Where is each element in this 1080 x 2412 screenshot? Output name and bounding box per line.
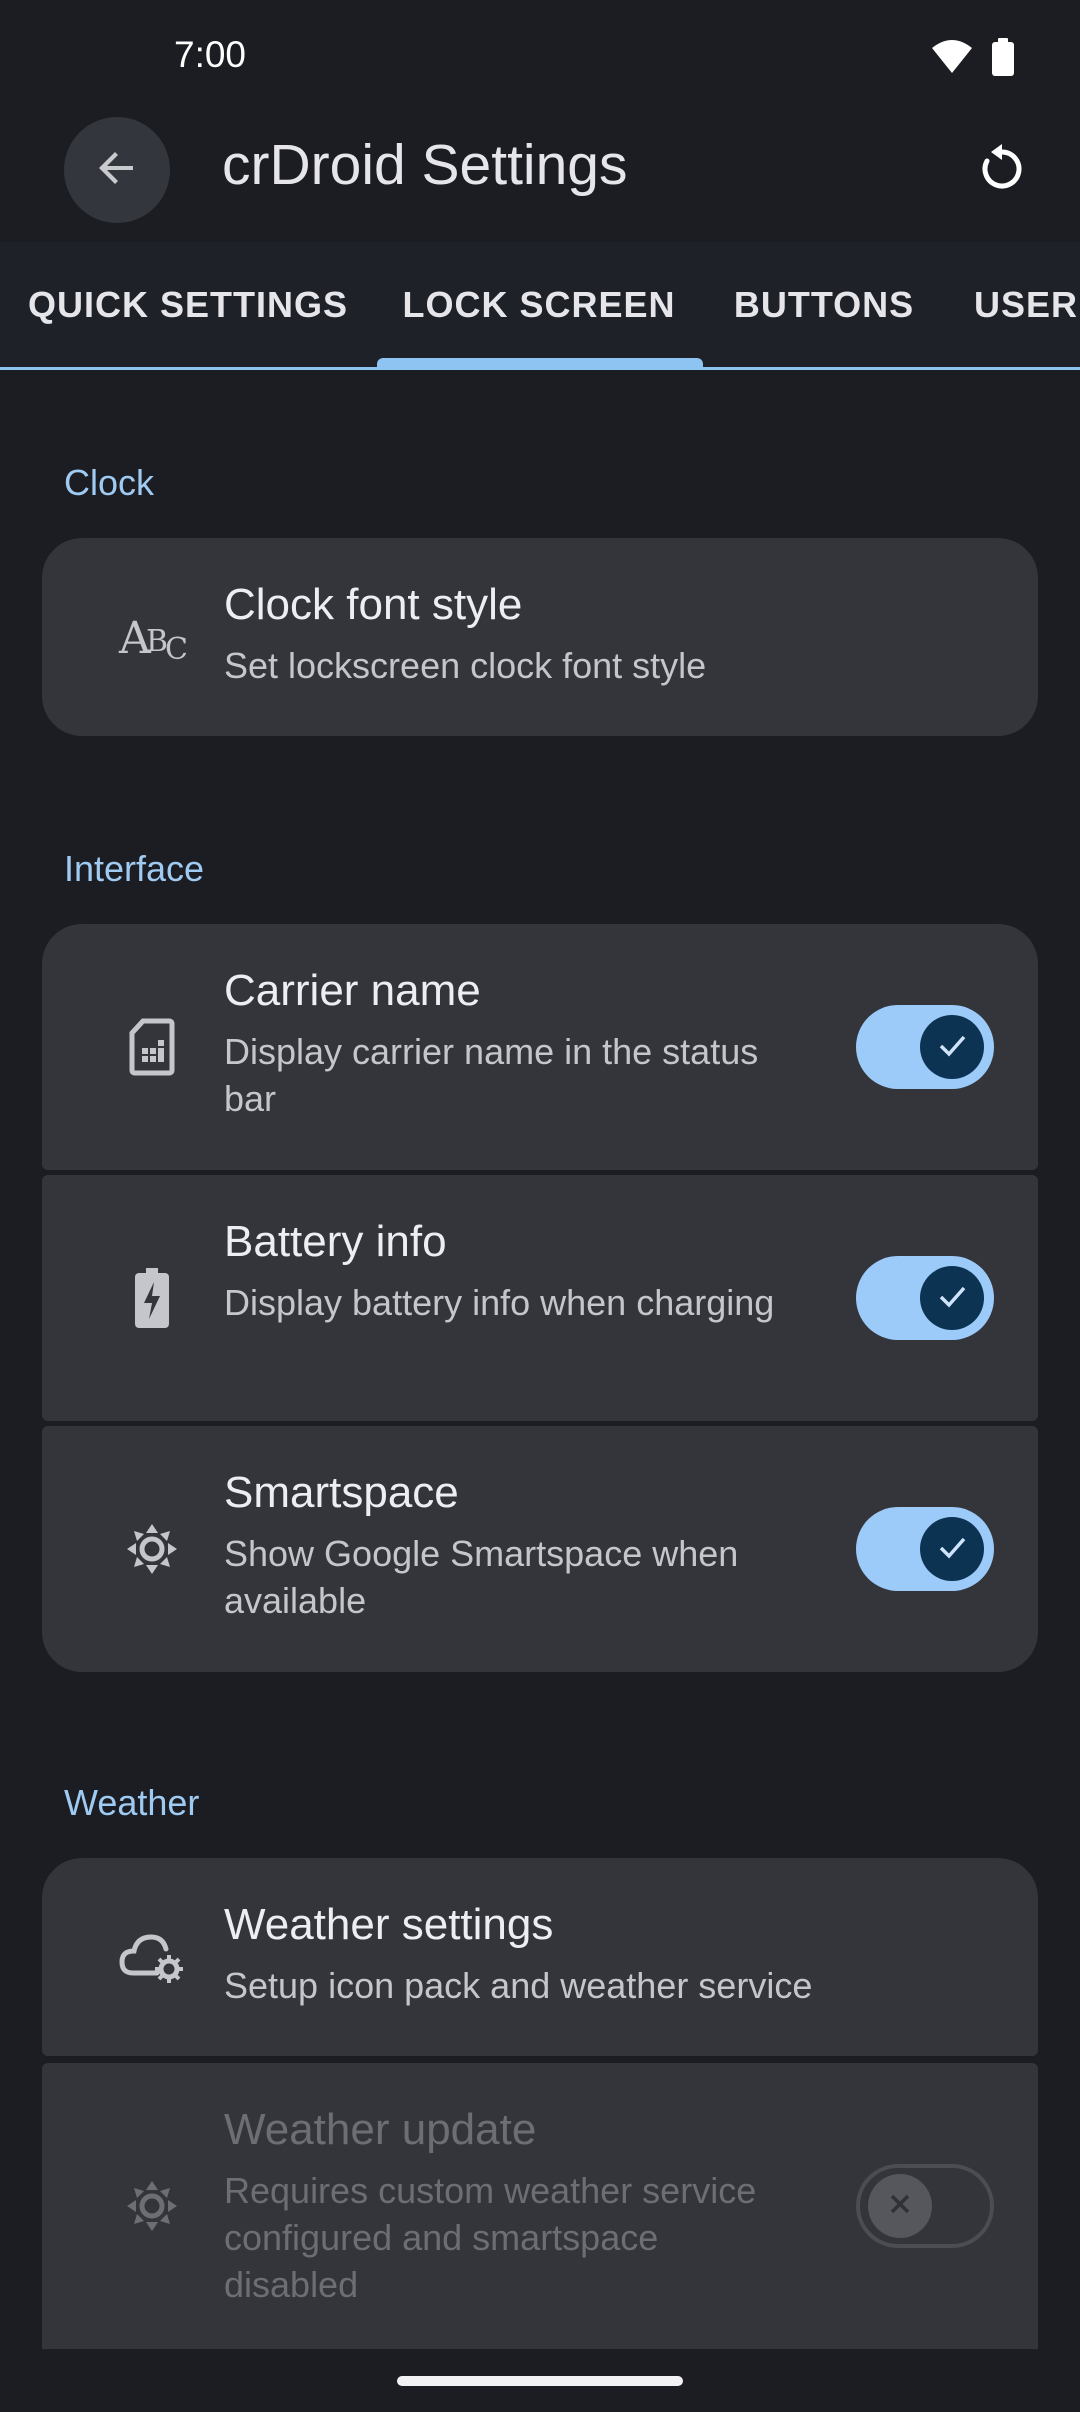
item-summary: Set lockscreen clock font style [224, 645, 707, 686]
reset-button[interactable] [950, 118, 1054, 222]
wifi-icon [932, 40, 972, 79]
tab-quick-settings[interactable]: QUICK SETTINGS [0, 242, 376, 367]
section-header-interface: Interface [64, 848, 205, 889]
carrier-name-item[interactable]: Carrier name Display carrier name in the… [42, 924, 1038, 1170]
clock-font-style-item[interactable]: A B C Clock font style Set lockscreen cl… [42, 538, 1038, 736]
sim-card-icon [102, 997, 202, 1097]
battery-charging-icon [102, 1248, 202, 1348]
arrow-back-icon [93, 144, 141, 197]
svg-text:C: C [165, 632, 187, 667]
item-title: Weather update [224, 2105, 537, 2154]
tab-lock-screen[interactable]: LOCK SCREEN [376, 242, 702, 367]
item-summary: Show Google Smartspace when available [224, 1533, 739, 1621]
carrier-name-switch[interactable] [856, 1005, 994, 1089]
page-title: crDroid Settings [222, 133, 628, 197]
tab-user[interactable]: USER [946, 242, 1080, 367]
switch-thumb [920, 1266, 984, 1330]
top-app-bar: crDroid Settings [0, 112, 1080, 242]
switch-thumb [920, 1517, 984, 1581]
item-title: Carrier name [224, 966, 481, 1015]
item-summary: Display battery info when charging [224, 1282, 775, 1323]
check-icon [936, 1531, 968, 1568]
tab-buttons[interactable]: BUTTONS [702, 242, 946, 367]
item-title: Clock font style [224, 580, 523, 629]
weather-update-icon [102, 2156, 202, 2256]
font-style-icon: A B C [102, 587, 202, 687]
item-summary: Requires custom weather service configur… [224, 2170, 757, 2305]
battery-info-item[interactable]: Battery info Display battery info when c… [42, 1175, 1038, 1421]
battery-info-switch[interactable] [856, 1256, 994, 1340]
weather-update-item: Weather update Requires custom weather s… [42, 2063, 1038, 2349]
status-icons [932, 38, 1014, 81]
back-button[interactable] [64, 117, 170, 223]
weather-update-switch [856, 2164, 994, 2248]
item-title: Weather settings [224, 1900, 554, 1949]
section-header-clock: Clock [64, 462, 155, 503]
tab-bar: QUICK SETTINGS LOCK SCREEN BUTTONS USER [0, 242, 1080, 370]
weather-settings-icon [102, 1907, 202, 2007]
check-icon [936, 1280, 968, 1317]
weather-settings-item[interactable]: Weather settings Setup icon pack and wea… [42, 1858, 1038, 2056]
item-title: Smartspace [224, 1468, 459, 1517]
check-icon [936, 1029, 968, 1066]
status-bar: 7:00 [0, 0, 1080, 112]
item-summary: Display carrier name in the status bar [224, 1031, 759, 1119]
section-header-weather: Weather [64, 1782, 200, 1823]
screen: 7:00 crDroid Settings QUICK SETTINGS LOC… [0, 0, 1080, 2412]
selected-tab-indicator [377, 358, 703, 370]
item-summary: Setup icon pack and weather service [224, 1965, 813, 2006]
smartspace-icon [102, 1499, 202, 1599]
status-time: 7:00 [174, 34, 247, 75]
smartspace-item[interactable]: Smartspace Show Google Smartspace when a… [42, 1426, 1038, 1672]
close-icon [885, 2189, 915, 2224]
smartspace-switch[interactable] [856, 1507, 994, 1591]
gesture-nav-handle[interactable] [397, 2376, 683, 2386]
item-title: Battery info [224, 1217, 447, 1266]
switch-thumb [920, 1015, 984, 1079]
reset-icon [976, 142, 1028, 199]
switch-thumb [868, 2174, 932, 2238]
battery-icon [992, 38, 1014, 81]
